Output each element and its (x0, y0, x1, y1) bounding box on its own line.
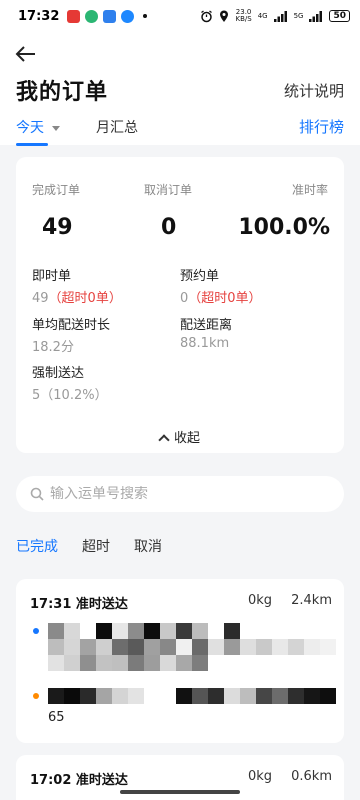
system-status: 23.0 KB/S 4G 5G 50 (200, 9, 350, 23)
search-icon (30, 487, 44, 501)
pickup-address-redacted (48, 623, 240, 639)
period-tabs: 今天 月汇总 (16, 117, 138, 146)
order-weight: 0kg (247, 593, 272, 608)
avg-delivery-time-value: 18.2分 (32, 340, 74, 355)
notification-icons (67, 9, 148, 23)
order-card[interactable]: 17:31 准时送达 0kg 2.4km 65 (16, 579, 344, 743)
waybill-search-box[interactable] (16, 476, 344, 512)
page-header: 我的订单 统计说明 今天 月汇总 排行榜 (0, 32, 360, 146)
instant-orders-value: 49（超时0单） (32, 287, 122, 306)
alarm-icon (201, 9, 213, 22)
completed-orders-label: 完成订单 (32, 183, 81, 197)
app-notification-icon (103, 9, 117, 23)
stats-explanation-link[interactable]: 统计说明 (284, 80, 344, 101)
chevron-up-icon (158, 434, 170, 446)
dropoff-address-fragment: 65 (48, 710, 65, 725)
on-time-rate-label: 准时率 (291, 183, 328, 197)
instant-overtime: （超时0单） (48, 291, 122, 306)
forced-delivery-label: 强制送达 (32, 366, 85, 381)
battery-icon: 50 (329, 10, 350, 22)
order-weight-2: 0kg (247, 769, 272, 784)
phone-notification-icon (85, 9, 99, 23)
page-title: 我的订单 (16, 80, 109, 105)
tab-today[interactable]: 今天 (16, 117, 60, 146)
reserved-overtime: （超时0单） (188, 291, 262, 306)
speed-unit: KB/S (235, 15, 252, 23)
dropoff-dot-icon (33, 693, 39, 699)
pickup-dot-icon (33, 628, 39, 634)
leaderboard-link[interactable]: 排行榜 (299, 116, 344, 137)
signal-icon (273, 10, 287, 22)
network-speed: 23.0 KB/S (235, 9, 251, 23)
forced-delivery-value: 5（10.2%） (32, 388, 108, 403)
collapse-label: 收起 (173, 431, 200, 446)
app-notification-icon (67, 9, 81, 23)
location-icon (220, 10, 229, 22)
reserved-orders-value: 0（超时0单） (180, 287, 262, 306)
qq-notification-icon (121, 9, 135, 23)
tab-month-summary[interactable]: 月汇总 (96, 117, 138, 137)
signal-icon-2 (309, 10, 323, 22)
dropoff-address-redacted (48, 688, 336, 704)
cancelled-orders-value: 0 (161, 215, 177, 240)
status-filter-tabs: 已完成 超时 取消 (16, 536, 162, 556)
order-distance: 2.4km (291, 593, 332, 608)
reserved-orders-label: 预约单 (180, 269, 220, 284)
completed-orders-value: 49 (42, 215, 73, 240)
order-distance-2: 0.6km (291, 769, 332, 784)
avg-delivery-time-label: 单均配送时长 (32, 318, 111, 333)
instant-orders-label: 即时单 (32, 269, 72, 284)
filter-overtime[interactable]: 超时 (82, 536, 110, 556)
order-delivery-status: 17:31 准时送达 (30, 597, 128, 612)
tab-today-label: 今天 (16, 120, 44, 136)
collapse-button[interactable]: 收起 (16, 427, 344, 446)
instant-count: 49 (32, 291, 49, 306)
more-notifications-icon (143, 14, 148, 18)
order-delivery-status-2: 17:02 准时送达 (30, 773, 128, 788)
back-arrow-icon[interactable] (14, 42, 38, 66)
filter-completed[interactable]: 已完成 (16, 536, 58, 556)
network-type-label-2: 5G (293, 11, 304, 20)
network-type-label: 4G (257, 11, 268, 20)
status-time: 17:32 (18, 8, 60, 24)
chevron-down-icon (52, 125, 60, 131)
status-bar: 17:32 23.0 KB/S 4G 5G 50 (0, 0, 360, 32)
order-summary-card: 完成订单 取消订单 准时率 49 0 100.0% 即时单 49（超时0单） 预… (16, 157, 344, 453)
pickup-address-redacted-2 (48, 639, 336, 655)
tab-active-indicator (16, 143, 48, 146)
home-indicator[interactable] (120, 790, 240, 794)
network-type-2: 5G (293, 11, 304, 20)
delivery-distance-value: 88.1km (180, 336, 230, 351)
network-type: 4G (257, 11, 268, 20)
on-time-rate-value: 100.0% (238, 215, 330, 240)
cancelled-orders-label: 取消订单 (144, 183, 193, 197)
filter-cancelled[interactable]: 取消 (134, 536, 162, 556)
pickup-address-redacted-3 (48, 655, 240, 671)
delivery-distance-label: 配送距离 (180, 318, 233, 333)
waybill-search-input[interactable] (50, 486, 310, 502)
